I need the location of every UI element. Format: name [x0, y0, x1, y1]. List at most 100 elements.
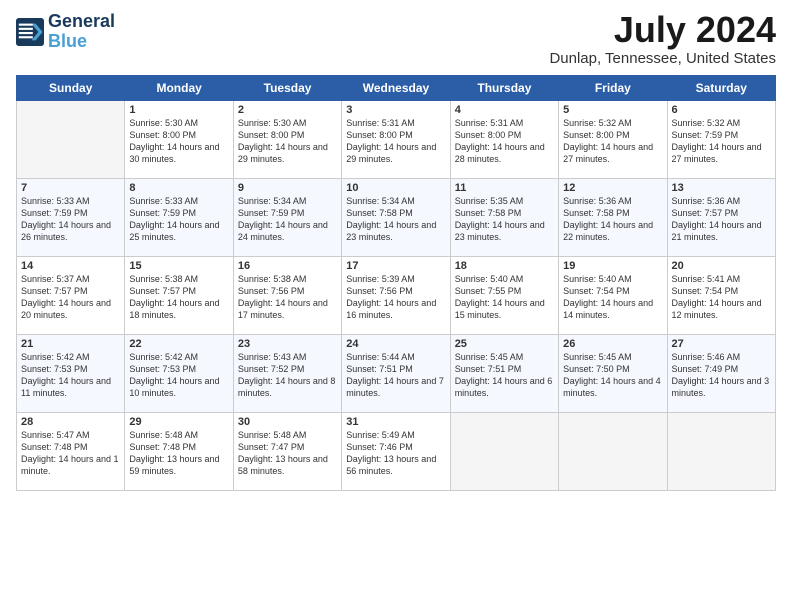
day-info: Sunrise: 5:48 AM Sunset: 7:48 PM Dayligh…: [129, 429, 228, 478]
day-info: Sunrise: 5:34 AM Sunset: 7:58 PM Dayligh…: [346, 195, 445, 244]
day-number: 22: [129, 338, 228, 350]
calendar-cell: 15Sunrise: 5:38 AM Sunset: 7:57 PM Dayli…: [125, 257, 233, 335]
day-info: Sunrise: 5:47 AM Sunset: 7:48 PM Dayligh…: [21, 429, 120, 478]
calendar-cell: 4Sunrise: 5:31 AM Sunset: 8:00 PM Daylig…: [450, 101, 558, 179]
weekday-header-friday: Friday: [559, 76, 667, 101]
header: General Blue July 2024 Dunlap, Tennessee…: [16, 12, 776, 67]
calendar-cell: [667, 413, 775, 491]
calendar-cell: 16Sunrise: 5:38 AM Sunset: 7:56 PM Dayli…: [233, 257, 341, 335]
calendar-cell: 21Sunrise: 5:42 AM Sunset: 7:53 PM Dayli…: [17, 335, 125, 413]
calendar-cell: [450, 413, 558, 491]
logo-icon: [16, 18, 44, 46]
week-row-4: 21Sunrise: 5:42 AM Sunset: 7:53 PM Dayli…: [17, 335, 776, 413]
day-info: Sunrise: 5:30 AM Sunset: 8:00 PM Dayligh…: [129, 117, 228, 166]
day-info: Sunrise: 5:46 AM Sunset: 7:49 PM Dayligh…: [672, 351, 771, 400]
calendar-cell: 5Sunrise: 5:32 AM Sunset: 8:00 PM Daylig…: [559, 101, 667, 179]
calendar-cell: 8Sunrise: 5:33 AM Sunset: 7:59 PM Daylig…: [125, 179, 233, 257]
day-info: Sunrise: 5:43 AM Sunset: 7:52 PM Dayligh…: [238, 351, 337, 400]
day-info: Sunrise: 5:42 AM Sunset: 7:53 PM Dayligh…: [129, 351, 228, 400]
weekday-header-thursday: Thursday: [450, 76, 558, 101]
calendar-cell: 13Sunrise: 5:36 AM Sunset: 7:57 PM Dayli…: [667, 179, 775, 257]
day-number: 7: [21, 182, 120, 194]
calendar-cell: 11Sunrise: 5:35 AM Sunset: 7:58 PM Dayli…: [450, 179, 558, 257]
day-info: Sunrise: 5:45 AM Sunset: 7:50 PM Dayligh…: [563, 351, 662, 400]
week-row-5: 28Sunrise: 5:47 AM Sunset: 7:48 PM Dayli…: [17, 413, 776, 491]
day-info: Sunrise: 5:35 AM Sunset: 7:58 PM Dayligh…: [455, 195, 554, 244]
calendar-page: General Blue July 2024 Dunlap, Tennessee…: [0, 0, 792, 612]
day-number: 10: [346, 182, 445, 194]
day-info: Sunrise: 5:30 AM Sunset: 8:00 PM Dayligh…: [238, 117, 337, 166]
calendar-cell: 23Sunrise: 5:43 AM Sunset: 7:52 PM Dayli…: [233, 335, 341, 413]
day-number: 14: [21, 260, 120, 272]
day-info: Sunrise: 5:31 AM Sunset: 8:00 PM Dayligh…: [346, 117, 445, 166]
calendar-cell: 1Sunrise: 5:30 AM Sunset: 8:00 PM Daylig…: [125, 101, 233, 179]
calendar-cell: 26Sunrise: 5:45 AM Sunset: 7:50 PM Dayli…: [559, 335, 667, 413]
calendar-cell: 27Sunrise: 5:46 AM Sunset: 7:49 PM Dayli…: [667, 335, 775, 413]
day-number: 20: [672, 260, 771, 272]
calendar-cell: [559, 413, 667, 491]
calendar-cell: 30Sunrise: 5:48 AM Sunset: 7:47 PM Dayli…: [233, 413, 341, 491]
day-number: 13: [672, 182, 771, 194]
month-year: July 2024: [549, 12, 776, 48]
title-block: July 2024 Dunlap, Tennessee, United Stat…: [549, 12, 776, 67]
day-number: 23: [238, 338, 337, 350]
day-number: 11: [455, 182, 554, 194]
day-number: 19: [563, 260, 662, 272]
weekday-header-tuesday: Tuesday: [233, 76, 341, 101]
day-info: Sunrise: 5:41 AM Sunset: 7:54 PM Dayligh…: [672, 273, 771, 322]
calendar-cell: 17Sunrise: 5:39 AM Sunset: 7:56 PM Dayli…: [342, 257, 450, 335]
day-info: Sunrise: 5:40 AM Sunset: 7:54 PM Dayligh…: [563, 273, 662, 322]
day-number: 1: [129, 104, 228, 116]
day-info: Sunrise: 5:37 AM Sunset: 7:57 PM Dayligh…: [21, 273, 120, 322]
day-info: Sunrise: 5:32 AM Sunset: 7:59 PM Dayligh…: [672, 117, 771, 166]
day-info: Sunrise: 5:31 AM Sunset: 8:00 PM Dayligh…: [455, 117, 554, 166]
week-row-2: 7 Sunrise: 5:33 AM Sunset: 7:59 PM Daylig…: [17, 179, 776, 257]
day-number: 30: [238, 416, 337, 428]
day-info: Sunrise: 5:33 AM Sunset: 7:59 PM Dayligh…: [129, 195, 228, 244]
day-number: 9: [238, 182, 337, 194]
day-info: Sunrise: 5:48 AM Sunset: 7:47 PM Dayligh…: [238, 429, 337, 478]
day-number: 28: [21, 416, 120, 428]
day-number: 24: [346, 338, 445, 350]
calendar-cell: 3Sunrise: 5:31 AM Sunset: 8:00 PM Daylig…: [342, 101, 450, 179]
day-number: 3: [346, 104, 445, 116]
calendar-cell: 31Sunrise: 5:49 AM Sunset: 7:46 PM Dayli…: [342, 413, 450, 491]
day-info: Sunrise: 5:40 AM Sunset: 7:55 PM Dayligh…: [455, 273, 554, 322]
day-number: 16: [238, 260, 337, 272]
logo: General Blue: [16, 12, 115, 52]
calendar-cell: 29Sunrise: 5:48 AM Sunset: 7:48 PM Dayli…: [125, 413, 233, 491]
weekday-header-monday: Monday: [125, 76, 233, 101]
day-number: 17: [346, 260, 445, 272]
day-number: 21: [21, 338, 120, 350]
day-number: 18: [455, 260, 554, 272]
day-number: 15: [129, 260, 228, 272]
weekday-header-saturday: Saturday: [667, 76, 775, 101]
calendar-cell: 22Sunrise: 5:42 AM Sunset: 7:53 PM Dayli…: [125, 335, 233, 413]
day-info: Sunrise: 5:38 AM Sunset: 7:56 PM Dayligh…: [238, 273, 337, 322]
day-info: Sunrise: 5:32 AM Sunset: 8:00 PM Dayligh…: [563, 117, 662, 166]
day-number: 6: [672, 104, 771, 116]
calendar-cell: 19Sunrise: 5:40 AM Sunset: 7:54 PM Dayli…: [559, 257, 667, 335]
day-info: Sunrise: 5:42 AM Sunset: 7:53 PM Dayligh…: [21, 351, 120, 400]
day-info: Sunrise: 5:39 AM Sunset: 7:56 PM Dayligh…: [346, 273, 445, 322]
weekday-header-sunday: Sunday: [17, 76, 125, 101]
day-info: Sunrise: 5:36 AM Sunset: 7:58 PM Dayligh…: [563, 195, 662, 244]
day-info: Sunrise: 5:38 AM Sunset: 7:57 PM Dayligh…: [129, 273, 228, 322]
day-info: Sunrise: 5:49 AM Sunset: 7:46 PM Dayligh…: [346, 429, 445, 478]
day-number: 29: [129, 416, 228, 428]
calendar-cell: 28Sunrise: 5:47 AM Sunset: 7:48 PM Dayli…: [17, 413, 125, 491]
calendar-cell: [17, 101, 125, 179]
day-number: 5: [563, 104, 662, 116]
day-number: 2: [238, 104, 337, 116]
calendar-cell: 20Sunrise: 5:41 AM Sunset: 7:54 PM Dayli…: [667, 257, 775, 335]
calendar-cell: 6Sunrise: 5:32 AM Sunset: 7:59 PM Daylig…: [667, 101, 775, 179]
day-number: 26: [563, 338, 662, 350]
day-number: 4: [455, 104, 554, 116]
calendar-cell: 14Sunrise: 5:37 AM Sunset: 7:57 PM Dayli…: [17, 257, 125, 335]
weekday-header-row: SundayMondayTuesdayWednesdayThursdayFrid…: [17, 76, 776, 101]
week-row-3: 14Sunrise: 5:37 AM Sunset: 7:57 PM Dayli…: [17, 257, 776, 335]
day-info: Sunrise: 5:45 AM Sunset: 7:51 PM Dayligh…: [455, 351, 554, 400]
calendar-cell: 9Sunrise: 5:34 AM Sunset: 7:59 PM Daylig…: [233, 179, 341, 257]
logo-text: General Blue: [48, 12, 115, 52]
calendar-cell: 2Sunrise: 5:30 AM Sunset: 8:00 PM Daylig…: [233, 101, 341, 179]
